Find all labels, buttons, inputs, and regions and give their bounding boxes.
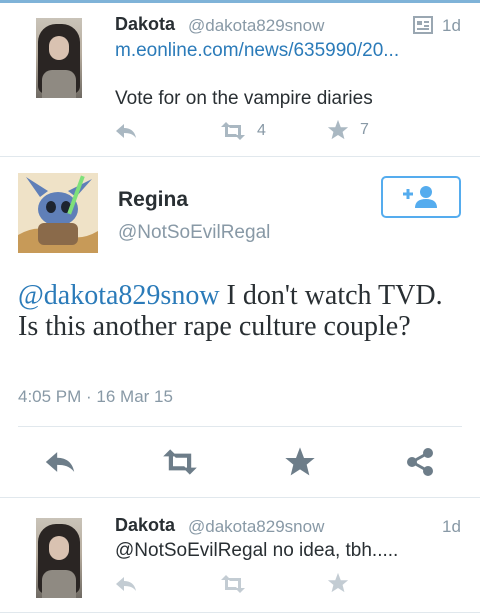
favorite-button[interactable] <box>326 572 350 594</box>
share-button[interactable] <box>404 446 436 483</box>
author-name[interactable]: Regina <box>118 188 188 212</box>
favorite-button[interactable] <box>284 446 316 483</box>
retweet-button[interactable]: 4 <box>219 121 266 141</box>
retweet-button[interactable] <box>160 448 200 481</box>
tweet-link[interactable]: m.eonline.com/news/635990/20... <box>115 40 399 62</box>
avatar[interactable] <box>36 18 82 98</box>
retweet-icon <box>221 122 245 140</box>
share-icon <box>407 448 433 476</box>
avatar[interactable] <box>18 173 98 253</box>
author-handle[interactable]: @NotSoEvilRegal <box>118 222 270 244</box>
divider <box>18 426 462 427</box>
reply-button[interactable] <box>114 122 138 140</box>
tweet-author-name[interactable]: Dakota <box>115 14 175 35</box>
tweet-time: 1d <box>442 16 461 35</box>
avatar[interactable] <box>36 518 82 598</box>
reply-icon <box>45 452 75 472</box>
tweet-text: @dakota829snow I don't watch TVD. Is thi… <box>18 280 458 342</box>
favorite-button[interactable]: 7 <box>326 119 369 141</box>
star-icon <box>327 572 349 593</box>
divider <box>0 156 480 157</box>
tweet-time: 1d <box>442 517 461 536</box>
retweet-count: 4 <box>257 122 266 139</box>
tweet-timestamp: 4:05 PM · 16 Mar 15 <box>18 387 173 406</box>
divider <box>0 497 480 498</box>
tweet-author-name[interactable]: Dakota <box>115 515 175 536</box>
add-user-icon <box>403 186 437 208</box>
retweet-button[interactable] <box>219 574 247 594</box>
star-icon <box>327 119 349 140</box>
tweet-text: Vote for on the vampire diaries <box>115 88 373 109</box>
reply-button[interactable] <box>43 449 77 480</box>
divider <box>0 612 480 613</box>
tweet-author-handle[interactable]: @dakota829snow <box>188 517 324 537</box>
tweet-text: @NotSoEvilRegal no idea, tbh..... <box>115 540 399 561</box>
retweet-icon <box>163 449 197 475</box>
top-accent-bar <box>0 0 480 3</box>
tweet-author-handle[interactable]: @dakota829snow <box>188 16 324 36</box>
reply-icon <box>116 124 136 138</box>
follow-button[interactable] <box>381 176 461 218</box>
star-icon <box>285 447 315 476</box>
reply-icon <box>116 577 136 591</box>
mention-link[interactable]: @dakota829snow <box>18 280 220 311</box>
reply-button[interactable] <box>114 575 138 593</box>
retweet-icon <box>221 575 245 593</box>
media-summary-icon <box>413 16 433 34</box>
favorite-count: 7 <box>360 121 369 138</box>
